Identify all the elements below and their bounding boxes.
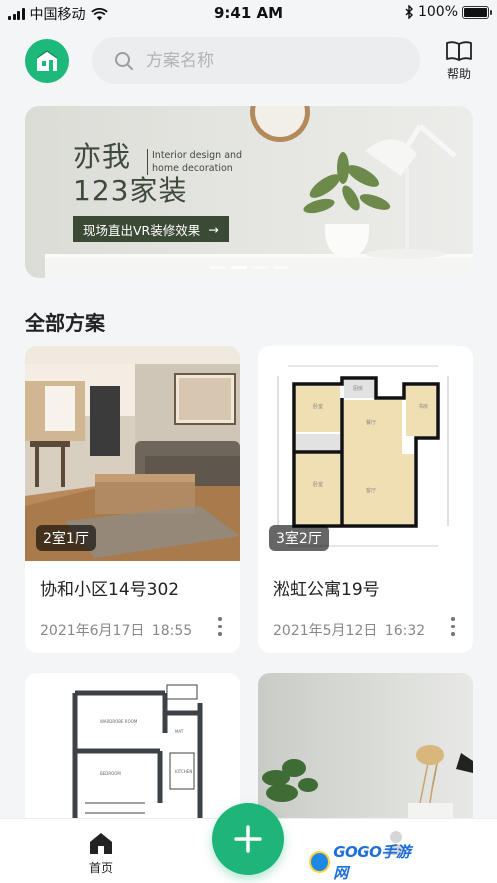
help-button[interactable]: 帮助 — [439, 40, 479, 82]
status-bar: 中国移动 9:41 AM 100% — [0, 0, 497, 28]
battery-percent: 100% — [417, 4, 458, 20]
svg-text:卧室: 卧室 — [313, 403, 323, 410]
plan-date: 2021年6月17日 18:55 — [40, 623, 193, 639]
add-plan-button[interactable] — [212, 803, 284, 875]
svg-text:厨房: 厨房 — [353, 385, 363, 392]
house-icon — [36, 50, 58, 71]
carousel-dot[interactable] — [272, 266, 289, 269]
svg-text:BEDROOM: BEDROOM — [100, 771, 121, 776]
plan-thumbnail — [258, 673, 473, 833]
arrow-right-icon: → — [208, 221, 219, 237]
watermark-logo — [309, 851, 331, 873]
search-input[interactable] — [146, 50, 386, 71]
room-badge: 3室2厅 — [269, 525, 329, 551]
banner-title-line2: 123家装 — [73, 174, 188, 207]
svg-text:卧室: 卧室 — [313, 481, 323, 488]
plan-date: 2021年5月12日 16:32 — [273, 623, 426, 639]
plan-card[interactable]: WARDROBE ROOMBEDROOMMATKITCHENHALL — [25, 673, 240, 833]
carousel-dot-active[interactable] — [230, 266, 247, 269]
help-label: 帮助 — [446, 67, 471, 81]
site-watermark: GOGO手游网 — [309, 843, 421, 882]
svg-text:书房: 书房 — [418, 403, 428, 410]
banner-subtitle-line1: Interior design and — [152, 150, 243, 161]
plan-name: 淞虹公寓19号 — [273, 580, 380, 600]
banner-cta-label: 现场直出VR装修效果 — [83, 222, 201, 238]
svg-text:KITCHEN: KITCHEN — [175, 769, 192, 774]
home-icon — [90, 833, 112, 854]
svg-text:MAT: MAT — [175, 729, 184, 734]
interior-wall-image — [258, 673, 473, 833]
watermark-text: GOGO手游网 — [333, 843, 411, 882]
carousel-dot[interactable] — [209, 266, 226, 269]
plan-card[interactable] — [258, 673, 473, 833]
carousel-dot[interactable] — [251, 266, 268, 269]
plan-name: 协和小区14号302 — [40, 580, 180, 600]
banner-cta-button[interactable]: 现场直出VR装修效果 → — [73, 216, 229, 242]
section-title: 全部方案 — [25, 311, 105, 335]
svg-text:餐厅: 餐厅 — [366, 419, 376, 426]
carousel-indicator — [25, 266, 473, 269]
search-icon — [115, 51, 133, 70]
plus-icon — [234, 825, 262, 853]
plan-card[interactable]: 卧室 餐厅 书房 卧室 客厅 厨房 3室2厅 淞虹公寓19号 2021年5月12日 16… — [258, 346, 473, 653]
bluetooth-icon — [405, 5, 413, 19]
room-badge: 2室1厅 — [36, 525, 96, 551]
banner-subtitle: Interior design and home decoration — [147, 149, 242, 175]
svg-text:WARDROBE ROOM: WARDROBE ROOM — [100, 719, 138, 724]
book-icon — [446, 41, 472, 61]
search-bar[interactable] — [92, 37, 420, 84]
more-options-icon[interactable] — [216, 617, 224, 636]
floor-plan-image: WARDROBE ROOMBEDROOMMATKITCHENHALL — [25, 673, 240, 833]
banner-subtitle-line2: home decoration — [152, 163, 233, 174]
svg-text:客厅: 客厅 — [366, 487, 376, 494]
tab-home[interactable]: 首页 — [78, 831, 124, 876]
more-options-icon[interactable] — [449, 617, 457, 636]
plan-thumbnail: WARDROBE ROOMBEDROOMMATKITCHENHALL — [25, 673, 240, 833]
app-logo[interactable] — [25, 39, 69, 83]
plan-card[interactable]: 2室1厅 协和小区14号302 2021年6月17日 18:55 — [25, 346, 240, 653]
promo-banner[interactable]: 亦我 123家装 Interior design and home decora… — [25, 106, 473, 278]
tab-home-label: 首页 — [88, 861, 113, 875]
battery-icon — [462, 5, 492, 19]
